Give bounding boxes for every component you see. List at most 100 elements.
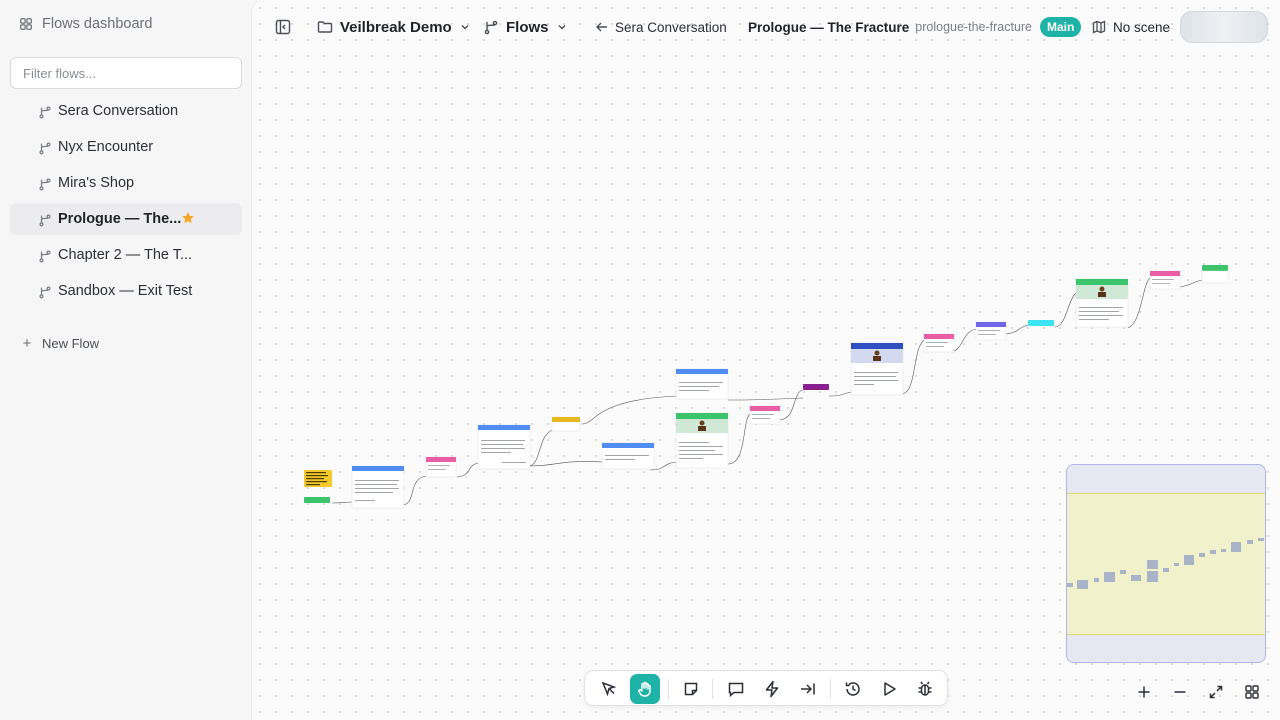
dashboard-icon <box>20 18 32 30</box>
sidebar-item-label: Chapter 2 — The T... <box>58 247 193 263</box>
history-button[interactable] <box>838 674 868 704</box>
hand-tool-button[interactable] <box>630 674 660 704</box>
arrow-left-icon <box>596 22 607 32</box>
grid-icon <box>1245 685 1259 699</box>
hub-node[interactable] <box>551 416 581 432</box>
sidebar-item-prologue[interactable]: Prologue — The... <box>10 203 242 235</box>
select-tool-button[interactable] <box>594 674 624 704</box>
toolbar-divider <box>712 679 713 699</box>
flow-branch-icon <box>39 178 51 191</box>
back-link[interactable]: Sera Conversation <box>595 14 727 40</box>
scene-label: No scene <box>1113 19 1171 35</box>
user-presence[interactable] <box>1180 11 1268 43</box>
sidebar: Flows dashboard Sera Conversation Nyx En… <box>0 0 252 720</box>
zoom-out-icon <box>1174 691 1186 693</box>
flows-dashboard-label: Flows dashboard <box>42 16 153 32</box>
sidebar-toggle-button[interactable] <box>275 14 293 40</box>
character-node[interactable] <box>675 412 729 469</box>
flow-branch-icon <box>39 250 51 263</box>
sidebar-item-label: Mira's Shop <box>58 175 135 191</box>
sidebar-toggle-icon <box>275 19 291 35</box>
flow-list: Sera Conversation Nyx Encounter Mira's S… <box>10 95 242 311</box>
exit-node[interactable] <box>1201 265 1229 284</box>
minimap-node <box>1147 571 1158 582</box>
jump-icon <box>801 683 815 695</box>
plus-icon: + <box>22 334 32 352</box>
character-node[interactable] <box>850 342 904 396</box>
sticky-note-node[interactable] <box>304 470 332 487</box>
lightning-icon <box>765 680 779 698</box>
fit-view-button[interactable] <box>1204 680 1228 704</box>
new-flow-button[interactable]: + New Flow <box>21 334 99 352</box>
flow-branch-icon <box>39 286 51 299</box>
flows-dashboard-link[interactable]: Flows dashboard <box>19 15 152 33</box>
sidebar-item-label: Nyx Encounter <box>58 139 154 155</box>
minimap-node <box>1147 560 1158 569</box>
jump-tool-button[interactable] <box>793 674 823 704</box>
zoom-out-button[interactable] <box>1168 680 1192 704</box>
debug-button[interactable] <box>910 674 940 704</box>
sidebar-item-sera-conversation[interactable]: Sera Conversation <box>10 95 242 127</box>
condition-node[interactable] <box>425 456 457 478</box>
sidebar-item-miras-shop[interactable]: Mira's Shop <box>10 167 242 199</box>
dialogue-node[interactable] <box>601 442 655 470</box>
character-node[interactable] <box>1075 278 1129 328</box>
back-label: Sera Conversation <box>615 19 727 35</box>
note-tool-button[interactable] <box>676 674 706 704</box>
sidebar-item-chapter-2[interactable]: Chapter 2 — The T... <box>10 239 242 271</box>
entry-node[interactable] <box>304 497 330 503</box>
minimap-viewport[interactable] <box>1067 493 1265 635</box>
grid-toggle-button[interactable] <box>1240 680 1264 704</box>
scene-selector[interactable]: No scene <box>1092 14 1170 40</box>
comment-icon <box>728 682 744 698</box>
project-selector[interactable]: Veilbreak Demo <box>317 14 471 40</box>
hand-icon <box>638 681 651 697</box>
star-icon[interactable] <box>181 211 195 225</box>
minimap-node <box>1163 568 1169 572</box>
event-tool-button[interactable] <box>757 674 787 704</box>
minimap-node <box>1184 555 1194 565</box>
dialogue-node[interactable] <box>675 368 729 400</box>
zoom-in-icon <box>1138 686 1150 698</box>
sidebar-item-label: Prologue — The... <box>58 211 182 227</box>
condition-node[interactable] <box>749 405 781 425</box>
minimap-node <box>1199 553 1205 557</box>
filter-flows-input[interactable] <box>10 57 242 89</box>
dialogue-node[interactable] <box>351 465 405 509</box>
project-name: Veilbreak Demo <box>340 18 452 36</box>
sidebar-item-nyx-encounter[interactable]: Nyx Encounter <box>10 131 242 163</box>
flows-menu[interactable]: Flows <box>483 14 568 40</box>
minimap-node <box>1094 578 1099 582</box>
map-icon <box>1092 20 1106 34</box>
sidebar-item-label: Sera Conversation <box>58 103 179 119</box>
minimap-node <box>1231 542 1241 552</box>
event-node[interactable] <box>1028 320 1054 326</box>
jump-node[interactable] <box>803 384 829 390</box>
chevron-down-icon <box>558 25 566 30</box>
flow-canvas[interactable]: Veilbreak Demo Flows Sera Conversation P… <box>252 0 1280 720</box>
minimap[interactable] <box>1066 464 1266 663</box>
flow-branch-icon <box>39 214 51 227</box>
comment-tool-button[interactable] <box>721 674 751 704</box>
toolbar-divider <box>830 679 831 699</box>
minimap-node <box>1221 549 1226 552</box>
top-bar: Veilbreak Demo Flows Sera Conversation P… <box>252 0 1280 54</box>
dialogue-node[interactable] <box>477 424 531 470</box>
sidebar-item-sandbox-exit-test[interactable]: Sandbox — Exit Test <box>10 275 242 307</box>
condition-node[interactable] <box>1149 270 1181 290</box>
condition-node[interactable] <box>923 333 955 353</box>
flow-title-group: Prologue — The Fracture prologue-the-fra… <box>748 14 1082 40</box>
debug-icon <box>918 681 932 696</box>
new-flow-label: New Flow <box>42 335 100 351</box>
history-icon <box>845 682 860 696</box>
canvas-toolbar <box>584 670 948 706</box>
minimap-node <box>1104 572 1115 582</box>
minimap-node <box>1210 550 1216 554</box>
instruction-node[interactable] <box>975 321 1007 341</box>
main-flow-badge: Main <box>1040 17 1082 37</box>
minimap-node <box>1258 538 1264 541</box>
zoom-in-button[interactable] <box>1132 680 1156 704</box>
fit-view-icon <box>1209 685 1223 699</box>
minimap-node <box>1247 540 1253 544</box>
play-button[interactable] <box>874 674 904 704</box>
